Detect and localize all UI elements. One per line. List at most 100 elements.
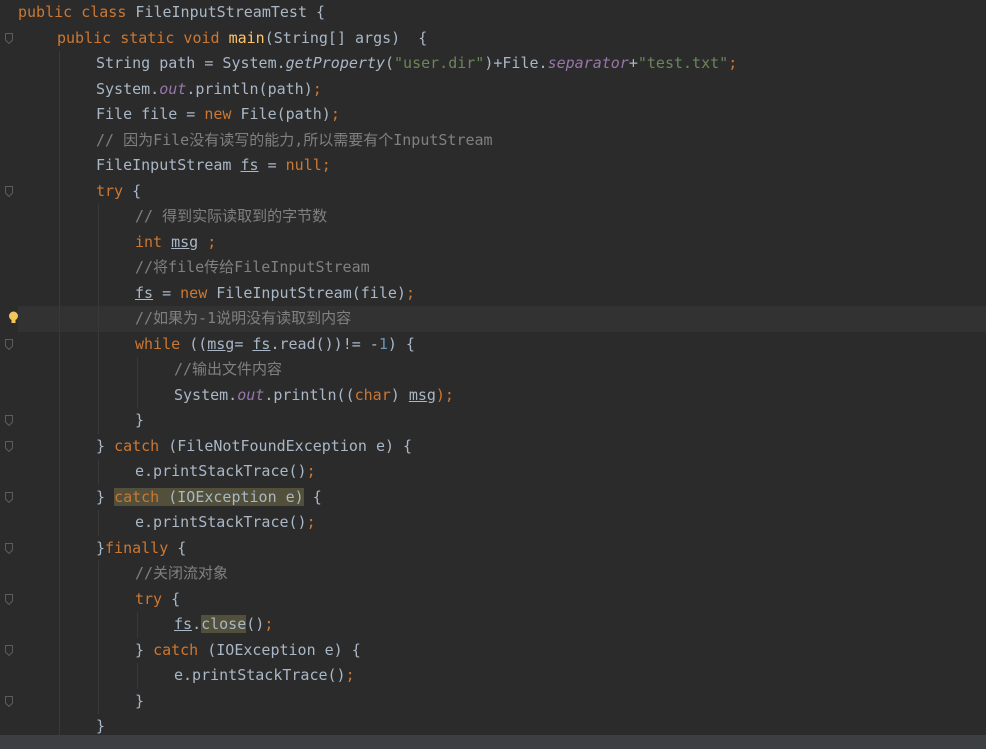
code-token: = xyxy=(258,156,286,174)
code-text: }finally { xyxy=(96,536,186,562)
code-text: } catch (IOException e) { xyxy=(96,485,322,511)
code-token: (IOException e) { xyxy=(207,640,361,659)
indent-guide xyxy=(59,153,60,179)
code-token: .println(( xyxy=(264,385,355,404)
fold-marker-icon[interactable] xyxy=(5,593,13,605)
code-token: ; xyxy=(330,105,340,123)
code-token: File(path) xyxy=(240,105,331,123)
code-token: ; xyxy=(306,513,316,531)
code-token: msg xyxy=(207,334,235,353)
lightbulb-icon[interactable] xyxy=(8,311,19,324)
code-token: ; xyxy=(198,232,217,251)
code-token: out xyxy=(237,385,265,404)
code-line[interactable]: try { xyxy=(5,178,986,204)
fold-marker-icon[interactable] xyxy=(5,415,13,426)
fold-marker-icon[interactable] xyxy=(5,440,13,452)
fold-marker-icon[interactable] xyxy=(5,338,13,350)
code-token: "test.txt" xyxy=(637,54,729,72)
code-line[interactable]: String path = System.getProperty("user.d… xyxy=(18,51,986,77)
indent-guide xyxy=(59,331,60,357)
code-token: msg xyxy=(171,232,199,251)
code-text: int msg ; xyxy=(135,230,216,256)
code-editor[interactable]: public class FileInputStreamTest {public… xyxy=(0,0,986,740)
code-line[interactable]: } catch (FileNotFoundException e) { xyxy=(5,433,986,459)
code-token: File file = xyxy=(96,105,205,123)
code-line[interactable]: //将file传给FileInputStream xyxy=(18,255,986,281)
code-text: public class FileInputStreamTest { xyxy=(18,0,325,26)
code-text: //关闭流对象 xyxy=(135,561,228,587)
code-token: new xyxy=(180,283,217,302)
indent-guide xyxy=(98,408,99,434)
code-token: //关闭流对象 xyxy=(135,564,229,582)
code-line[interactable]: } xyxy=(5,408,986,434)
code-text: while ((msg= fs.read())!= -1) { xyxy=(135,332,415,358)
fold-marker-icon[interactable] xyxy=(5,32,13,44)
code-token: //将file传给FileInputStream xyxy=(135,258,370,276)
code-line[interactable]: e.printStackTrace(); xyxy=(18,663,986,689)
code-token: } xyxy=(96,436,115,455)
code-line[interactable]: } catch (IOException e) { xyxy=(5,484,986,511)
code-token: = xyxy=(153,283,181,302)
code-token: . xyxy=(192,615,202,633)
code-line[interactable]: fs.close(); xyxy=(18,612,986,638)
code-line[interactable]: //如果为-1说明没有读取到内容 xyxy=(9,306,986,332)
code-line[interactable]: // 得到实际读取到的字节数 xyxy=(18,204,986,230)
code-token: ; xyxy=(345,666,355,684)
code-token: finally xyxy=(105,538,178,557)
code-line[interactable]: } catch (IOException e) { xyxy=(5,637,986,663)
code-line[interactable]: System.out.println((char) msg); xyxy=(18,382,986,408)
code-line[interactable]: System.out.println(path); xyxy=(18,76,986,103)
fold-marker-icon[interactable] xyxy=(5,644,13,656)
indent-guide xyxy=(137,612,138,638)
code-area[interactable]: public class FileInputStreamTest {public… xyxy=(5,0,986,740)
indent-guide xyxy=(59,612,60,638)
indent-guide xyxy=(59,663,60,689)
indent-guide xyxy=(59,280,60,306)
code-token: fs xyxy=(174,615,193,633)
code-line[interactable]: //输出文件内容 xyxy=(18,357,986,383)
code-token: //如果为-1说明没有读取到内容 xyxy=(135,309,352,327)
code-line[interactable]: fs = new FileInputStream(file); xyxy=(18,280,986,306)
code-token: public static void xyxy=(57,28,229,47)
code-line[interactable]: public class FileInputStreamTest { xyxy=(18,0,986,26)
indent-guide xyxy=(59,535,60,561)
code-line[interactable]: }finally { xyxy=(5,535,986,562)
indent-guide xyxy=(98,459,99,485)
code-token: .println(path) xyxy=(186,79,313,98)
code-token: ; xyxy=(312,79,322,98)
indent-guide xyxy=(59,204,60,230)
code-text: try { xyxy=(135,587,180,613)
fold-marker-icon[interactable] xyxy=(5,542,13,554)
code-token: main xyxy=(228,28,265,47)
code-line[interactable]: //关闭流对象 xyxy=(18,561,986,587)
code-line[interactable]: e.printStackTrace(); xyxy=(18,459,986,485)
indent-guide xyxy=(59,382,60,408)
code-text: fs.close(); xyxy=(174,612,273,638)
fold-marker-icon[interactable] xyxy=(5,491,13,503)
indent-guide xyxy=(98,204,99,230)
horizontal-scrollbar[interactable] xyxy=(0,735,986,749)
indent-guide xyxy=(98,612,99,638)
code-line[interactable]: public static void main(String[] args) { xyxy=(5,26,986,52)
code-token: try xyxy=(96,181,133,200)
code-line[interactable]: while ((msg= fs.read())!= -1) { xyxy=(5,331,986,358)
code-token: System. xyxy=(96,79,160,98)
indent-guide xyxy=(59,127,60,153)
indent-guide xyxy=(59,637,60,663)
code-token: null; xyxy=(285,156,331,174)
code-line[interactable]: } xyxy=(5,688,986,714)
code-text: System.out.println(path); xyxy=(96,77,322,103)
code-line[interactable]: try { xyxy=(5,586,986,613)
code-token: catch xyxy=(153,640,208,659)
indent-guide xyxy=(98,510,99,536)
code-line[interactable]: // 因为File没有读写的能力,所以需要有个InputStream xyxy=(18,127,986,153)
code-token: fs xyxy=(240,156,259,174)
code-line[interactable]: int msg ; xyxy=(18,229,986,256)
code-line[interactable]: FileInputStream fs = null; xyxy=(18,153,986,179)
indent-guide xyxy=(59,76,60,102)
fold-marker-icon[interactable] xyxy=(5,185,13,197)
code-line[interactable]: File file = new File(path); xyxy=(18,102,986,128)
indent-guide xyxy=(98,688,99,714)
fold-marker-icon[interactable] xyxy=(5,695,13,707)
code-line[interactable]: e.printStackTrace(); xyxy=(18,510,986,536)
